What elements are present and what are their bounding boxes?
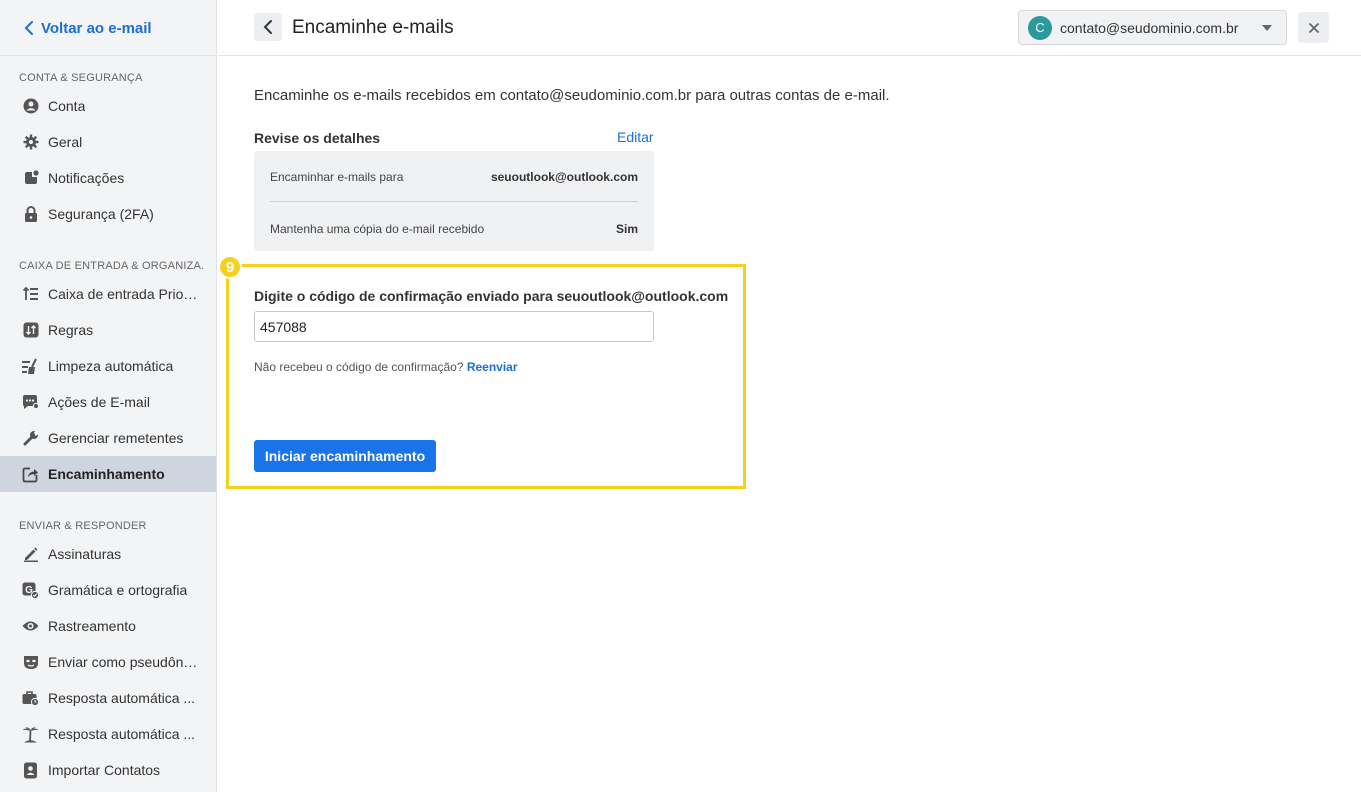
start-forwarding-button[interactable]: Iniciar encaminhamento [254, 440, 436, 472]
review-details-title: Revise os detalhes [254, 130, 381, 146]
sidebar-item-notificacoes[interactable]: Notificações [0, 160, 216, 196]
notification-icon [22, 170, 39, 187]
page-title: Encaminhe e-mails [292, 17, 454, 38]
sidebar-item-gerenciar-remetentes[interactable]: Gerenciar remetentes [0, 420, 216, 456]
sidebar-item-rastreamento[interactable]: Rastreamento [0, 608, 216, 644]
divider [270, 201, 638, 202]
pen-icon [22, 546, 39, 563]
sidebar-item-label: Importar Contatos [48, 762, 161, 778]
edit-link[interactable]: Editar [617, 129, 654, 145]
resend-line: Não recebeu o código de confirmação? Ree… [254, 360, 518, 374]
sidebar-item-label: Resposta automática ... [48, 690, 196, 706]
sidebar-item-caixa-prioritaria[interactable]: Caixa de entrada Prior... [0, 276, 216, 312]
caret-down-icon [1262, 25, 1272, 31]
sidebar-item-regras[interactable]: Regras [0, 312, 216, 348]
briefcase-icon [22, 690, 39, 707]
chevron-left-icon [24, 21, 33, 35]
close-icon [1308, 22, 1319, 33]
sidebar-item-seguranca[interactable]: Segurança (2FA) [0, 196, 216, 232]
sidebar-item-label: Encaminhamento [48, 466, 165, 482]
sidebar-item-label: Segurança (2FA) [48, 206, 154, 222]
lock-icon [22, 206, 39, 223]
settings-sidebar: Voltar ao e-mail CONTA & SEGURANÇA Conta… [0, 0, 217, 792]
gear-icon [22, 134, 39, 151]
wrench-icon [22, 430, 39, 447]
back-to-email-label: Voltar ao e-mail [41, 19, 152, 37]
step-badge: 9 [218, 255, 242, 279]
sidebar-item-label: Ações de E-mail [48, 394, 150, 410]
section-title-account-security: CONTA & SEGURANÇA [19, 72, 143, 84]
priority-inbox-icon [22, 286, 39, 303]
detail-value: Sim [615, 222, 638, 236]
eye-icon [22, 618, 39, 635]
page-header: Encaminhe e-mails C contato@seudominio.c… [218, 0, 1361, 56]
account-email: contato@seudominio.com.br [1060, 19, 1239, 36]
palm-tree-icon [22, 726, 39, 743]
sidebar-item-label: Gramática e ortografia [48, 582, 188, 598]
confirmation-code-input[interactable] [254, 311, 654, 342]
avatar: C [1028, 15, 1052, 40]
sidebar-item-label: Conta [48, 98, 86, 114]
account-circle-icon [22, 98, 39, 115]
section-title-send-reply: ENVIAR & RESPONDER [19, 520, 147, 532]
sidebar-item-importar-contatos[interactable]: Importar Contatos [0, 752, 216, 788]
rules-icon [22, 322, 39, 339]
sidebar-item-label: Assinaturas [48, 546, 122, 562]
detail-label: Encaminhar e-mails para [270, 170, 404, 184]
confirmation-code-label: Digite o código de confirmação enviado p… [254, 288, 729, 304]
sidebar-item-label: Caixa de entrada Prior... [48, 286, 198, 302]
sidebar-item-label: Limpeza automática [48, 358, 174, 374]
mask-icon [22, 654, 39, 671]
resend-text: Não recebeu o código de confirmação? [254, 360, 464, 374]
sweep-icon [22, 358, 39, 375]
detail-row-forward-to: Encaminhar e-mails para seuoutlook@outlo… [270, 170, 638, 184]
forward-icon [22, 466, 39, 483]
header-back-button[interactable] [254, 13, 282, 41]
sidebar-item-pseudonimo[interactable]: Enviar como pseudôni... [0, 644, 216, 680]
details-box: Encaminhar e-mails para seuoutlook@outlo… [254, 151, 654, 251]
sidebar-item-acoes-email[interactable]: Ações de E-mail [0, 384, 216, 420]
sidebar-item-label: Regras [48, 322, 94, 338]
back-to-email-link[interactable]: Voltar ao e-mail [22, 18, 152, 38]
grammar-icon: G [22, 582, 39, 599]
resend-link[interactable]: Reenviar [467, 360, 518, 374]
sidebar-item-assinaturas[interactable]: Assinaturas [0, 536, 216, 572]
sidebar-item-limpeza[interactable]: Limpeza automática [0, 348, 216, 384]
detail-value: seuoutlook@outlook.com [490, 170, 638, 184]
sidebar-item-geral[interactable]: Geral [0, 124, 216, 160]
sidebar-item-label: Resposta automática ... [48, 726, 196, 742]
sidebar-item-conta[interactable]: Conta [0, 88, 216, 124]
chevron-left-icon [263, 20, 272, 34]
detail-row-keep-copy: Mantenha uma cópia do e-mail recebido Si… [270, 222, 638, 236]
sidebar-item-encaminhamento[interactable]: Encaminhamento [0, 456, 216, 492]
sidebar-item-label: Enviar como pseudôni... [48, 654, 198, 670]
account-selector[interactable]: C contato@seudominio.com.br [1018, 10, 1287, 45]
sidebar-item-label: Gerenciar remetentes [48, 430, 184, 446]
sidebar-item-label: Geral [48, 134, 83, 150]
detail-label: Mantenha uma cópia do e-mail recebido [270, 222, 485, 236]
email-actions-icon [22, 394, 39, 411]
sidebar-item-label: Notificações [48, 170, 125, 186]
sidebar-item-gramatica[interactable]: G Gramática e ortografia [0, 572, 216, 608]
section-title-inbox-organization: CAIXA DE ENTRADA & ORGANIZA... [19, 260, 204, 272]
close-button[interactable] [1298, 12, 1329, 43]
contacts-icon [22, 762, 39, 779]
sidebar-item-resposta-negocios[interactable]: Resposta automática ... [0, 680, 216, 716]
sidebar-item-label: Rastreamento [48, 618, 136, 634]
sidebar-item-resposta-ferias[interactable]: Resposta automática ... [0, 716, 216, 752]
intro-text: Encaminhe os e-mails recebidos em contat… [254, 87, 890, 104]
divider [0, 55, 216, 56]
